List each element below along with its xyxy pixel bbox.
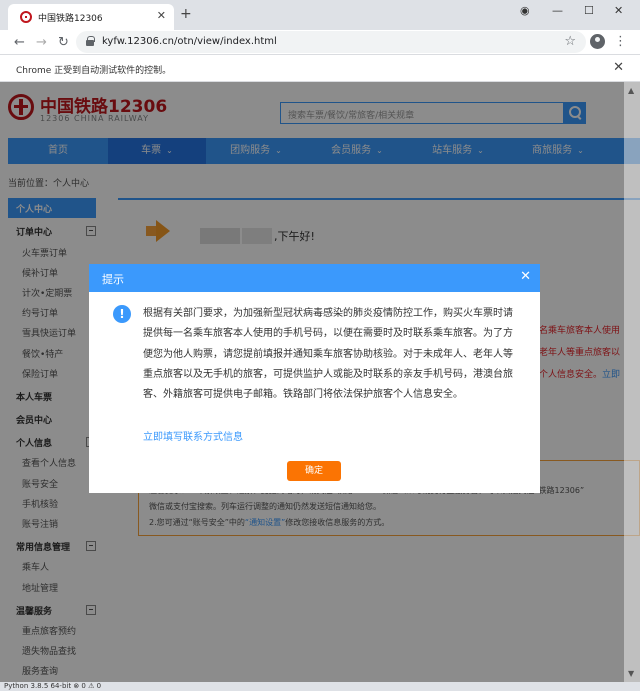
back-icon[interactable]: ← (14, 35, 25, 50)
notice-modal: 提示 ✕ ! 根据有关部门要求，为加强新型冠状病毒感染的肺炎疫情防控工作，购买火… (89, 264, 540, 493)
profile-avatar-icon[interactable] (590, 34, 605, 49)
scroll-down-icon[interactable]: ▼ (628, 669, 634, 678)
modal-header: 提示 ✕ (89, 264, 540, 292)
page-scrollbar[interactable]: ▲ ▼ (624, 82, 640, 682)
scroll-up-icon[interactable]: ▲ (628, 86, 634, 95)
tab-search-icon[interactable]: ◉ (520, 4, 530, 17)
browser-tab-strip: 中国铁路12306 ✕ + ◉ — ☐ ✕ (0, 0, 640, 30)
bookmark-star-icon[interactable]: ☆ (564, 34, 576, 49)
modal-body: 根据有关部门要求，为加强新型冠状病毒感染的肺炎疫情防控工作，购买火车票时请提供每… (143, 308, 513, 401)
reload-icon[interactable]: ↻ (58, 35, 69, 50)
browser-tab[interactable]: 中国铁路12306 ✕ (8, 4, 174, 30)
infobar-close-icon[interactable]: ✕ (613, 60, 624, 75)
info-icon: ! (113, 305, 131, 323)
forward-icon[interactable]: → (36, 35, 47, 50)
ok-button[interactable]: 确定 (287, 461, 341, 481)
omnibox[interactable]: kyfw.12306.cn/otn/view/index.html ☆ (76, 31, 586, 53)
modal-close-icon[interactable]: ✕ (520, 269, 531, 284)
railway-favicon-icon (20, 11, 32, 23)
url-text[interactable]: kyfw.12306.cn/otn/view/index.html (102, 36, 277, 47)
fill-contact-link[interactable]: 立即填写联系方式信息 (143, 428, 243, 443)
window-close-icon[interactable]: ✕ (614, 4, 623, 17)
lock-icon (86, 36, 95, 46)
infobar-message: Chrome 正受到自动测试软件的控制。 (16, 66, 172, 76)
maximize-icon[interactable]: ☐ (584, 4, 594, 17)
tab-close-icon[interactable]: ✕ (157, 9, 166, 22)
automation-infobar: Chrome 正受到自动测试软件的控制。 ✕ (0, 54, 640, 82)
tab-title: 中国铁路12306 (38, 14, 103, 24)
minimize-icon[interactable]: — (552, 4, 563, 17)
address-bar-row: ← → ↻ kyfw.12306.cn/otn/view/index.html … (0, 30, 640, 54)
modal-title: 提示 (102, 273, 124, 286)
browser-menu-icon[interactable]: ⋮ (614, 34, 627, 49)
status-bar: Python 3.8.5 64-bit ⊗ 0 ⚠ 0 (0, 682, 640, 691)
new-tab-icon[interactable]: + (180, 6, 192, 22)
